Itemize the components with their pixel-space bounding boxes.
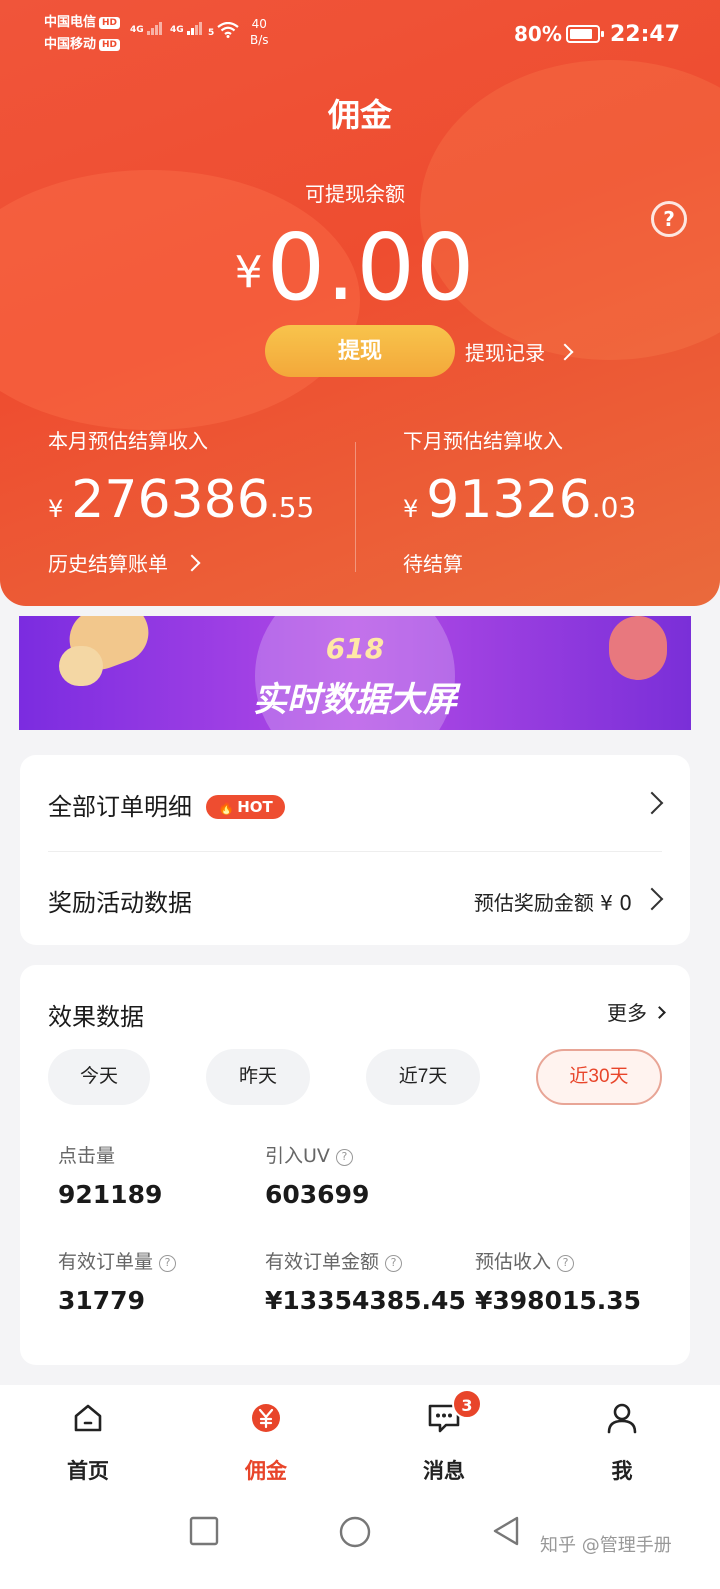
this-month-label: 本月预估结算收入 <box>48 429 208 453</box>
back-button[interactable] <box>490 1515 522 1551</box>
metric-value: 921189 <box>58 1180 163 1209</box>
tab-today[interactable]: 今天 <box>48 1049 150 1105</box>
pending-settlement-label: 待结算 <box>403 552 463 576</box>
performance-card: 效果数据 更多 今天 昨天 近7天 近30天 点击量 921189 引入UV? … <box>20 965 690 1365</box>
info-icon[interactable]: ? <box>335 1149 353 1166</box>
tab-commission[interactable]: 佣金 <box>206 1401 326 1485</box>
tab-label: 佣金 <box>245 1459 287 1483</box>
carrier-1: 中国电信 HD <box>44 14 121 32</box>
next-month-label: 下月预估结算收入 <box>403 429 563 453</box>
settlement-history-label: 历史结算账单 <box>48 552 168 576</box>
more-link[interactable]: 更多 <box>607 997 666 1026</box>
bottom-tab-bar: 首页 佣金 3 消息 我 <box>0 1385 720 1495</box>
system-navigation-bar: 知乎 @管理手册 <box>0 1495 720 1589</box>
rewards-label: 奖励活动数据 <box>48 889 192 917</box>
network-speed: 40 B/s <box>250 17 269 47</box>
metric-value: ¥398015.35 <box>475 1286 642 1315</box>
page-title: 佣金 <box>327 96 392 134</box>
metric-estimated-income: 预估收入? ¥398015.35 <box>475 1251 642 1315</box>
balance-amount: 0.00 <box>266 214 476 321</box>
info-icon[interactable]: ? <box>385 1255 403 1272</box>
withdraw-record-link[interactable]: 提现记录 <box>465 337 574 366</box>
clock: 22:47 <box>610 22 681 47</box>
signal-icon: 4G <box>170 22 203 35</box>
this-month-value: ¥276386.55 <box>48 470 315 530</box>
divider <box>48 851 662 852</box>
yuan-icon <box>206 1401 326 1437</box>
tab-me[interactable]: 我 <box>562 1401 682 1485</box>
carrier-2: 中国移动 HD <box>44 36 121 54</box>
withdraw-record-label: 提现记录 <box>465 341 545 365</box>
metric-value: 603699 <box>265 1180 370 1209</box>
tab-yesterday[interactable]: 昨天 <box>206 1049 310 1105</box>
next-month-income: 下月预估结算收入 ¥91326.03 待结算 <box>403 425 636 577</box>
all-orders-label: 全部订单明细 <box>48 793 192 821</box>
chevron-right-icon <box>640 791 664 815</box>
message-icon: 3 <box>384 1389 504 1437</box>
home-icon <box>28 1401 148 1437</box>
tab-home[interactable]: 首页 <box>28 1401 148 1485</box>
unread-badge: 3 <box>452 1389 482 1419</box>
metric-value: ¥13354385.45 <box>265 1286 466 1315</box>
recent-apps-button[interactable] <box>188 1515 220 1551</box>
withdraw-button[interactable]: 提现 <box>265 325 455 377</box>
chevron-right-icon <box>556 343 574 361</box>
hot-badge: 🔥 HOT <box>206 795 285 819</box>
chevron-right-icon <box>183 554 201 572</box>
metric-value: 31779 <box>58 1286 145 1315</box>
tab-label: 消息 <box>423 1459 465 1483</box>
watermark: 知乎 @管理手册 <box>540 1535 672 1556</box>
divider <box>355 442 356 572</box>
banner-title-618: 618 <box>325 632 385 665</box>
rewards-row[interactable]: 奖励活动数据 预估奖励金额 ¥ 0 <box>48 883 664 918</box>
banner-subtitle: 实时数据大屏 <box>253 680 457 720</box>
metric-clicks: 点击量 921189 <box>58 1145 163 1209</box>
wifi-icon: 5 <box>208 21 240 38</box>
chevron-right-icon <box>640 887 664 911</box>
tab-last-7-days[interactable]: 近7天 <box>366 1049 480 1105</box>
tab-last-30-days[interactable]: 近30天 <box>536 1049 662 1105</box>
status-bar: 中国电信 HD 中国移动 HD 4G 4G 5 40 B/s 80% 22:47 <box>0 0 720 64</box>
currency-symbol: ¥ <box>234 247 263 298</box>
next-month-value: ¥91326.03 <box>403 470 637 530</box>
performance-title: 效果数据 <box>48 1003 144 1031</box>
all-orders-row[interactable]: 全部订单明细 🔥 HOT <box>48 787 664 822</box>
orders-card: 全部订单明细 🔥 HOT 奖励活动数据 预估奖励金额 ¥ 0 <box>20 755 690 945</box>
chevron-right-icon <box>653 1006 666 1019</box>
battery-percent: 80% <box>514 22 562 46</box>
more-label: 更多 <box>607 1001 647 1025</box>
settlement-history-link[interactable]: 历史结算账单 <box>48 548 314 577</box>
balance-label: 可提现余额 <box>305 182 405 206</box>
tab-label: 我 <box>611 1459 633 1483</box>
withdrawable-balance: ¥0.00 <box>0 214 710 321</box>
user-icon <box>562 1401 682 1437</box>
rewards-estimate: 预估奖励金额 ¥ 0 <box>473 891 632 915</box>
metric-order-amount: 有效订单金额? ¥13354385.45 <box>265 1251 466 1315</box>
info-icon[interactable]: ? <box>557 1255 575 1272</box>
metric-uv: 引入UV? 603699 <box>265 1145 370 1209</box>
this-month-income: 本月预估结算收入 ¥276386.55 历史结算账单 <box>48 425 314 577</box>
flame-icon: 🔥 <box>218 801 235 816</box>
commission-header-panel: 中国电信 HD 中国移动 HD 4G 4G 5 40 B/s 80% 22:47… <box>0 0 720 606</box>
tab-label: 首页 <box>67 1459 109 1483</box>
tab-messages[interactable]: 3 消息 <box>384 1389 504 1485</box>
home-button[interactable] <box>338 1515 372 1553</box>
signal-icon: 4G <box>130 22 163 35</box>
info-icon[interactable]: ? <box>159 1255 177 1272</box>
battery-icon <box>566 25 604 43</box>
promo-banner-618[interactable]: 618 实时数据大屏 <box>19 616 691 730</box>
metric-valid-orders: 有效订单量? 31779 <box>58 1247 177 1315</box>
